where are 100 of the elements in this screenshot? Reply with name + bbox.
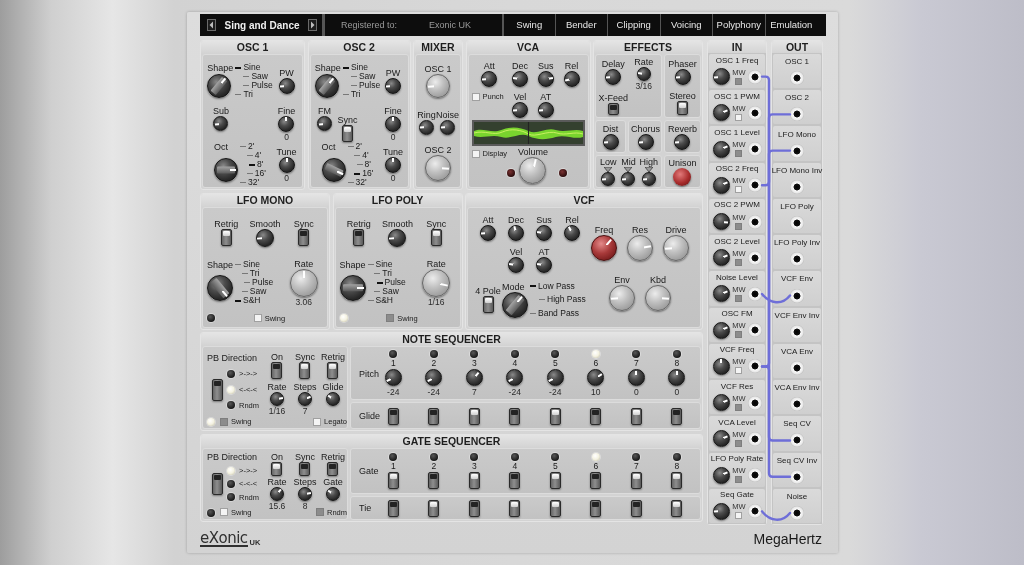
jack-icon[interactable] (790, 216, 804, 231)
toggle-switch[interactable] (387, 407, 399, 425)
toggle-switch[interactable] (299, 362, 311, 380)
toggle-switch[interactable] (271, 362, 283, 380)
knob[interactable] (326, 391, 340, 406)
toggle-switch[interactable] (428, 472, 440, 490)
toggle-switch[interactable] (299, 462, 311, 477)
jack-icon[interactable] (790, 252, 804, 267)
toggle-switch[interactable] (211, 472, 223, 495)
knob[interactable] (512, 71, 528, 87)
toggle-switch[interactable] (298, 229, 310, 247)
jack-icon[interactable] (790, 505, 804, 520)
knob[interactable] (317, 116, 332, 131)
knob[interactable] (712, 140, 730, 158)
knob[interactable] (537, 102, 554, 118)
knob[interactable] (508, 256, 524, 273)
knob[interactable] (537, 71, 554, 87)
radio-led-icon[interactable] (227, 479, 235, 488)
checkbox[interactable] (735, 150, 743, 158)
knob[interactable] (591, 234, 617, 261)
toggle-switch[interactable] (509, 472, 521, 490)
checkbox[interactable] (735, 331, 743, 339)
knob[interactable] (385, 78, 401, 94)
knob[interactable] (440, 119, 455, 135)
checkbox[interactable] (316, 508, 324, 517)
toggle-switch[interactable] (549, 407, 561, 425)
knob[interactable] (425, 369, 443, 387)
jack-icon[interactable] (748, 431, 762, 446)
knob[interactable] (298, 487, 312, 502)
jack-icon[interactable] (748, 395, 762, 410)
knob[interactable] (712, 466, 730, 484)
knob[interactable] (278, 156, 295, 173)
knob[interactable] (712, 176, 730, 194)
toggle-switch[interactable] (428, 499, 440, 517)
selector-knob[interactable] (207, 274, 233, 301)
jack-icon[interactable] (790, 433, 804, 448)
toggle-switch[interactable] (671, 472, 683, 490)
knob[interactable] (712, 104, 730, 122)
toggle-switch[interactable] (387, 472, 399, 490)
knob[interactable] (674, 69, 691, 85)
knob[interactable] (480, 224, 496, 241)
toggle-switch[interactable] (428, 407, 440, 425)
knob[interactable] (712, 394, 730, 412)
toggle-switch[interactable] (549, 472, 561, 490)
knob[interactable] (278, 78, 295, 94)
toggle-switch[interactable] (482, 296, 494, 314)
knob[interactable] (512, 102, 528, 118)
jack-icon[interactable] (748, 178, 762, 193)
jack-icon[interactable] (790, 143, 804, 158)
toggle-switch[interactable] (590, 499, 602, 517)
toggle-switch[interactable] (549, 499, 561, 517)
jack-icon[interactable] (748, 359, 762, 374)
checkbox[interactable] (735, 113, 743, 121)
knob[interactable] (712, 357, 730, 375)
knob[interactable] (385, 116, 401, 132)
knob[interactable] (636, 67, 651, 81)
checkbox[interactable] (735, 512, 743, 520)
knob[interactable] (563, 71, 580, 87)
knob[interactable] (712, 502, 730, 520)
jack-icon[interactable] (748, 250, 762, 265)
toggle-switch[interactable] (327, 462, 339, 477)
radio-led-icon[interactable] (227, 493, 235, 502)
checkbox[interactable] (735, 439, 743, 447)
toggle-switch[interactable] (671, 407, 683, 425)
knob[interactable] (621, 172, 636, 186)
jack-icon[interactable] (748, 287, 762, 301)
knob[interactable] (712, 285, 730, 303)
jack-icon[interactable] (790, 469, 804, 484)
knob[interactable] (465, 369, 483, 387)
jack-icon[interactable] (790, 71, 804, 86)
jack-icon[interactable] (748, 214, 762, 229)
knob[interactable] (508, 224, 524, 241)
jack-icon[interactable] (790, 397, 804, 412)
knob[interactable] (564, 224, 580, 241)
knob[interactable] (256, 228, 274, 247)
selector-knob[interactable] (207, 74, 232, 98)
knob[interactable] (213, 116, 229, 131)
knob[interactable] (601, 172, 616, 186)
checkbox[interactable] (735, 295, 743, 302)
toggle-switch[interactable] (220, 229, 232, 247)
jack-icon[interactable] (790, 179, 804, 194)
toggle-switch[interactable] (468, 499, 480, 517)
checkbox[interactable] (386, 314, 395, 323)
toggle-switch[interactable] (353, 229, 365, 247)
toggle-switch[interactable] (590, 407, 602, 425)
toggle-switch[interactable] (327, 362, 339, 380)
selector-knob[interactable] (214, 157, 239, 182)
knob[interactable] (298, 391, 312, 406)
toggle-switch[interactable] (271, 462, 283, 477)
selector-knob[interactable] (502, 291, 528, 318)
toggle-switch[interactable] (607, 103, 619, 115)
toggle-switch[interactable] (590, 472, 602, 490)
toggle-switch[interactable] (509, 407, 521, 425)
knob[interactable] (712, 249, 730, 267)
checkbox[interactable] (735, 186, 743, 194)
knob[interactable] (602, 133, 619, 150)
toggle-switch[interactable] (671, 499, 683, 517)
toggle-switch[interactable] (342, 125, 353, 142)
knob[interactable] (641, 172, 656, 186)
checkbox[interactable] (253, 314, 262, 323)
